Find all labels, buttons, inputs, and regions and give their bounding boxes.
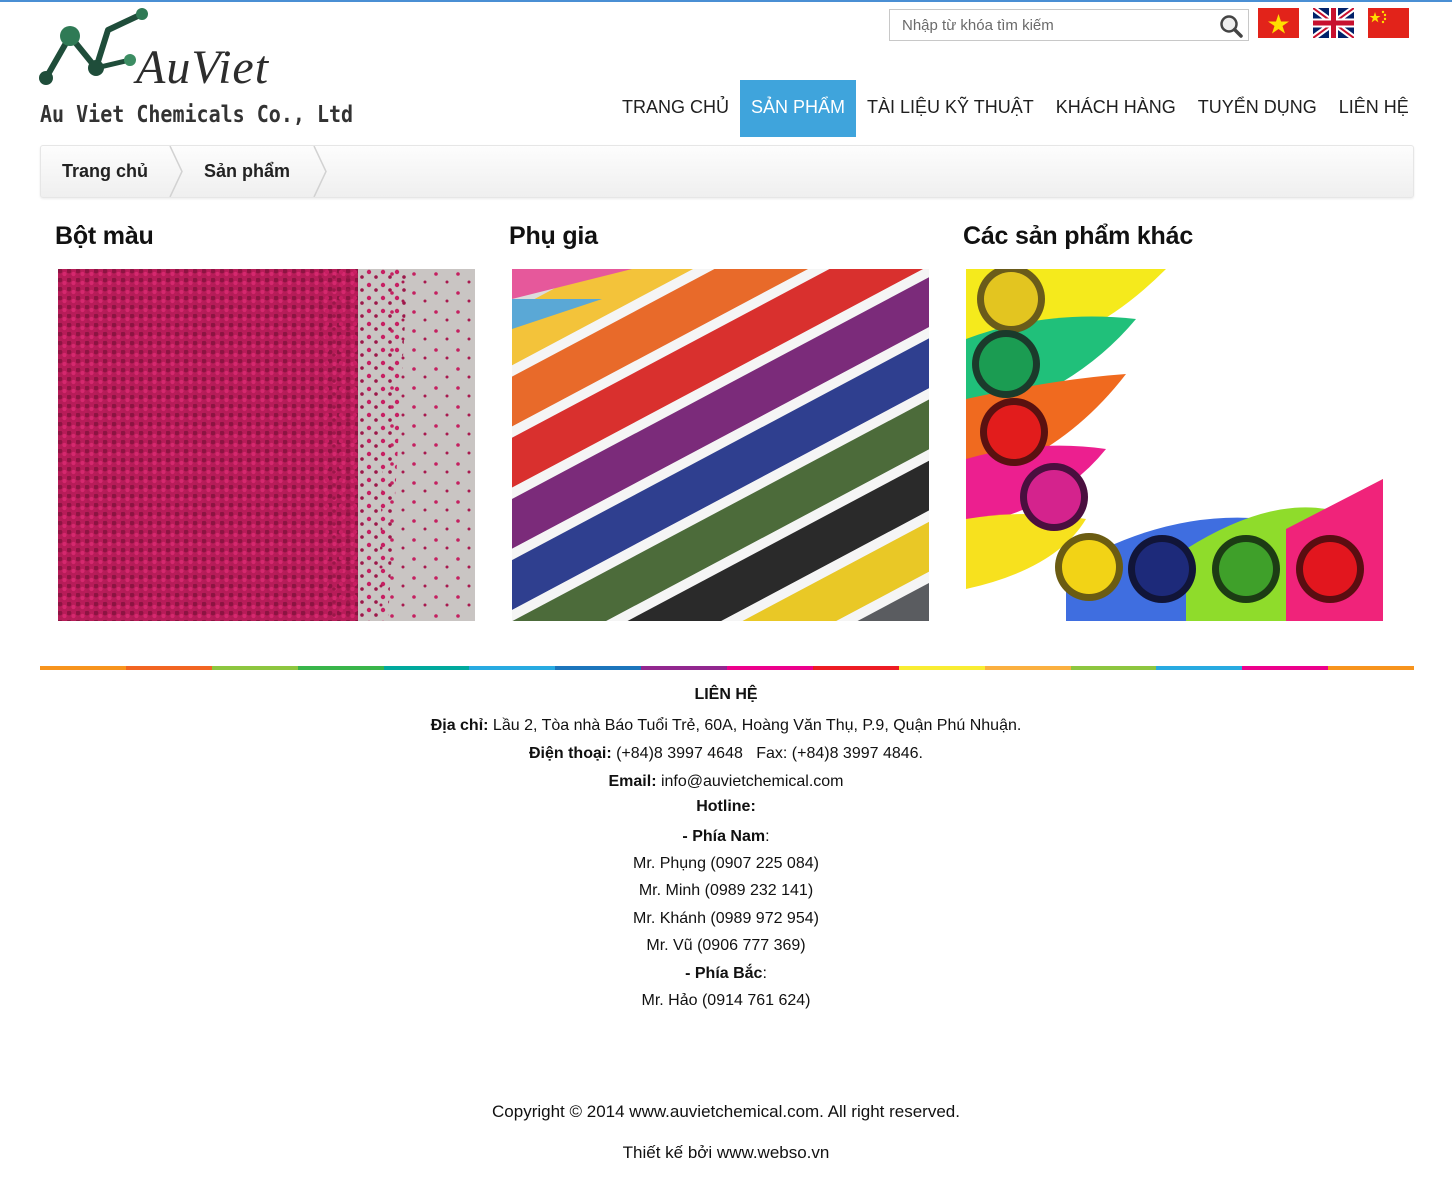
north-label: - Phía Bắc bbox=[685, 965, 763, 982]
main-nav: TRANG CHỦ SẢN PHẨM TÀI LIỆU KỸ THUẬT KHÁ… bbox=[611, 80, 1420, 137]
breadcrumb-separator-icon bbox=[169, 146, 183, 197]
hotline-south-heading: - Phía Nam: bbox=[0, 828, 1452, 846]
nav-item-home[interactable]: TRANG CHỦ bbox=[611, 80, 740, 137]
hotline-title: Hotline: bbox=[696, 798, 756, 815]
breadcrumb-products[interactable]: Sản phẩm bbox=[204, 146, 290, 197]
logo[interactable]: AuViet Au Viet Chemicals Co., Ltd bbox=[38, 8, 353, 132]
logo-tagline: Au Viet Chemicals Co., Ltd bbox=[40, 100, 354, 128]
address-value: Lầu 2, Tòa nhà Báo Tuổi Trẻ, 60A, Hoàng … bbox=[488, 717, 1022, 734]
designer-credit[interactable]: Thiết kế bởi www.webso.vn bbox=[0, 1143, 1452, 1163]
china-flag-icon[interactable] bbox=[1368, 8, 1409, 38]
contact-title: LIÊN HỆ bbox=[694, 686, 758, 703]
paint-cans-image[interactable] bbox=[966, 269, 1383, 621]
email-value[interactable]: info@auvietchemical.com bbox=[657, 773, 844, 790]
nav-item-contact[interactable]: LIÊN HỆ bbox=[1328, 80, 1420, 137]
hotline-contact: Mr. Hảo (0914 761 624) bbox=[641, 992, 811, 1009]
contact-phone: Điện thoại: (+84)8 3997 4648 Fax: (+84)8… bbox=[0, 745, 1452, 763]
color-stripe-divider bbox=[40, 666, 1414, 670]
contact-email: Email: info@auvietchemical.com bbox=[0, 773, 1452, 791]
category-title[interactable]: Bột màu bbox=[55, 222, 154, 251]
nav-item-technical-docs[interactable]: TÀI LIỆU KỸ THUẬT bbox=[856, 80, 1045, 137]
nav-item-customers[interactable]: KHÁCH HÀNG bbox=[1045, 80, 1187, 137]
search-box bbox=[889, 9, 1249, 41]
hotline-contact: Mr. Phụng (0907 225 084) bbox=[633, 855, 819, 872]
nav-item-products[interactable]: SẢN PHẨM bbox=[740, 80, 857, 137]
uk-flag-icon[interactable] bbox=[1311, 5, 1356, 41]
copyright-text: Copyright © 2014 www.auvietchemical.com.… bbox=[492, 1102, 960, 1121]
address-label: Địa chỉ: bbox=[430, 717, 489, 734]
breadcrumb-home[interactable]: Trang chủ bbox=[62, 146, 148, 197]
contact-address: Địa chỉ: Lầu 2, Tòa nhà Báo Tuổi Trẻ, 60… bbox=[0, 717, 1452, 735]
nav-item-careers[interactable]: TUYỂN DỤNG bbox=[1187, 80, 1328, 137]
breadcrumb: Trang chủ Sản phẩm bbox=[40, 145, 1414, 198]
logo-wordmark: AuViet bbox=[136, 41, 270, 94]
color-swatch-fan-image[interactable] bbox=[512, 269, 929, 621]
pigment-powder-image[interactable] bbox=[58, 269, 475, 621]
category-title[interactable]: Phụ gia bbox=[509, 222, 598, 251]
hotline-contact: Mr. Khánh (0989 972 954) bbox=[633, 910, 819, 927]
phone-label: Điện thoại: bbox=[528, 745, 612, 762]
south-colon: : bbox=[765, 828, 770, 845]
search-icon[interactable] bbox=[1218, 13, 1244, 39]
hotline-contact: Mr. Vũ (0906 777 369) bbox=[646, 937, 806, 954]
search-input[interactable] bbox=[890, 10, 1210, 40]
hotline-north-heading: - Phía Bắc: bbox=[0, 965, 1452, 983]
north-colon: : bbox=[762, 965, 767, 982]
email-label: Email: bbox=[608, 773, 657, 790]
vietnam-flag-icon[interactable] bbox=[1258, 8, 1299, 38]
breadcrumb-separator-icon bbox=[313, 146, 327, 197]
phone-value: (+84)8 3997 4648 Fax: (+84)8 3997 4846. bbox=[611, 745, 923, 762]
south-label: - Phía Nam bbox=[682, 828, 766, 845]
hotline-contact: Mr. Minh (0989 232 141) bbox=[638, 882, 814, 899]
category-title[interactable]: Các sản phẩm khác bbox=[963, 222, 1193, 251]
